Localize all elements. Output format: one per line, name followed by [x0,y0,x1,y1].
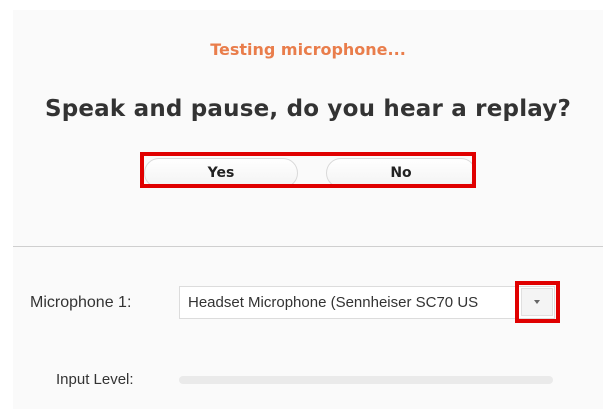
microphone-selected-value: Headset Microphone (Sennheiser SC70 US [188,294,479,311]
status-text: Testing microphone... [210,40,406,59]
input-level-meter [179,376,553,384]
audio-test-panel: Testing microphone... Speak and pause, d… [13,10,603,409]
section-divider [13,246,603,247]
input-level-label: Input Level: [56,371,134,388]
buttons-highlight-box [140,152,476,188]
replay-question: Speak and pause, do you hear a replay? [44,96,572,122]
microphone-label: Microphone 1: [30,294,132,311]
microphone-select[interactable]: Headset Microphone (Sennheiser SC70 US [179,286,555,319]
dropdown-highlight-box [515,281,560,323]
